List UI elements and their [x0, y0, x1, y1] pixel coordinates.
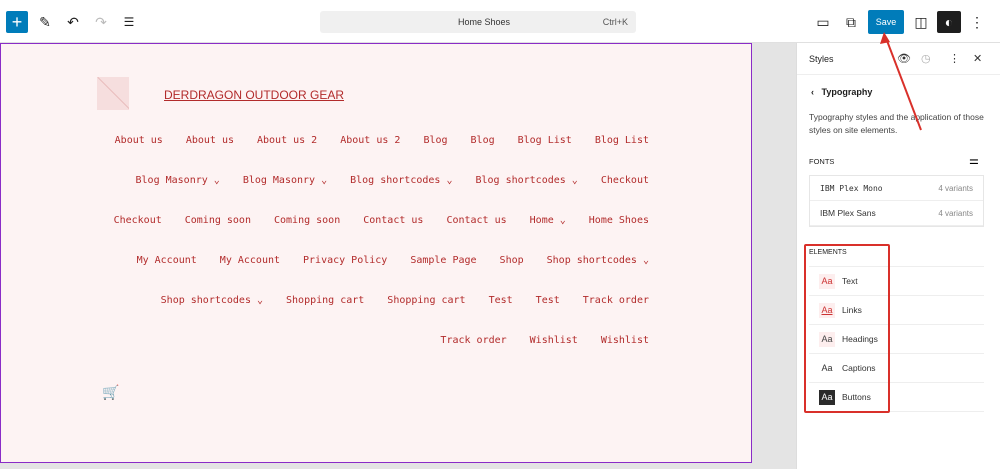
font-item[interactable]: IBM Plex Sans 4 variants — [810, 201, 983, 226]
nav-item[interactable]: Coming soon — [274, 214, 340, 228]
nav-item[interactable]: Checkout — [114, 214, 162, 228]
editor-canvas[interactable]: DERDRAGON OUTDOOR GEAR About us About us A… — [0, 43, 752, 463]
nav-item[interactable]: Track order — [440, 334, 506, 348]
nav-item[interactable]: Shopping cart — [387, 294, 465, 308]
nav-item[interactable]: Track order — [583, 294, 649, 308]
nav-item[interactable]: Sample Page — [410, 254, 476, 268]
nav-item[interactable]: My Account — [137, 254, 197, 268]
nav-item[interactable]: Blog List — [595, 134, 649, 148]
nav-item[interactable]: Contact us — [363, 214, 423, 228]
nav-item[interactable]: Home Shoes — [589, 214, 649, 228]
more-options-icon[interactable]: ⋮ — [968, 11, 986, 33]
site-logo-placeholder[interactable] — [97, 77, 129, 110]
nav-item[interactable]: Shop shortcodes ⌄ — [161, 294, 263, 308]
font-variants: 4 variants — [938, 183, 973, 193]
nav-item[interactable]: Blog Masonry ⌄ — [243, 174, 327, 188]
external-link-icon[interactable]: ⧉ — [842, 11, 860, 33]
nav-item[interactable]: Blog — [471, 134, 495, 148]
fonts-heading: FONTS — [809, 157, 835, 166]
nav-item[interactable]: Checkout — [601, 174, 649, 188]
nav-item[interactable]: Blog shortcodes ⌄ — [475, 174, 577, 188]
font-variants: 4 variants — [938, 208, 973, 218]
settings-panel-icon[interactable]: ◫ — [912, 11, 930, 33]
pen-tool-icon[interactable]: ✎ — [36, 11, 54, 33]
redo-icon[interactable]: ↷ — [92, 11, 110, 33]
nav-item[interactable]: Blog shortcodes ⌄ — [350, 174, 452, 188]
nav-item[interactable]: Blog — [423, 134, 447, 148]
document-overview-icon[interactable]: ☰ — [120, 11, 138, 33]
sidebar-title: Styles — [809, 53, 834, 64]
save-button[interactable]: Save — [868, 10, 904, 34]
font-settings-icon[interactable]: ⚌ — [969, 154, 979, 167]
shortcut-hint: Ctrl+K — [602, 17, 628, 27]
annotation-highlight-box — [804, 244, 890, 413]
nav-item[interactable]: Privacy Policy — [303, 254, 387, 268]
command-palette[interactable]: Home Shoes Ctrl+K — [320, 11, 636, 33]
section-description: Typography styles and the application of… — [809, 112, 984, 135]
chevron-left-icon: ‹ — [811, 87, 822, 97]
site-title[interactable]: DERDRAGON OUTDOOR GEAR — [164, 88, 344, 102]
nav-item[interactable]: Test — [536, 294, 560, 308]
sidebar-header: Styles 👁 ◷ ⋮ ✕ — [797, 43, 1000, 75]
navigation-menu: About us About us About us 2 About us 2 Blog… — [97, 134, 649, 348]
styles-icon[interactable]: ◐ — [937, 11, 961, 33]
nav-item[interactable]: Blog List — [518, 134, 572, 148]
nav-item[interactable]: Home ⌄ — [530, 214, 566, 228]
fonts-list: IBM Plex Mono 4 variants IBM Plex Sans 4 v… — [809, 175, 984, 227]
nav-item[interactable]: Test — [489, 294, 513, 308]
add-block-button[interactable]: + — [6, 11, 28, 33]
nav-item[interactable]: Blog Masonry ⌄ — [136, 174, 220, 188]
undo-icon[interactable]: ↶ — [64, 11, 82, 33]
nav-item[interactable]: Contact us — [446, 214, 506, 228]
cart-icon[interactable]: 🛒 — [102, 384, 119, 401]
document-title: Home Shoes — [458, 17, 511, 27]
nav-item[interactable]: Shop — [500, 254, 524, 268]
nav-item[interactable]: Shopping cart — [286, 294, 364, 308]
nav-item[interactable]: Wishlist — [530, 334, 578, 348]
view-icon[interactable]: ▭ — [814, 11, 832, 33]
revisions-icon[interactable]: ◷ — [921, 52, 931, 65]
nav-item[interactable]: About us — [186, 134, 234, 148]
nav-item[interactable]: Wishlist — [601, 334, 649, 348]
nav-item[interactable]: Shop shortcodes ⌄ — [547, 254, 649, 268]
nav-item[interactable]: Coming soon — [185, 214, 251, 228]
more-icon[interactable]: ⋮ — [949, 52, 960, 65]
nav-item[interactable]: About us 2 — [257, 134, 317, 148]
font-name: IBM Plex Mono — [820, 183, 883, 193]
eye-icon[interactable]: 👁 — [897, 52, 911, 65]
close-icon[interactable]: ✕ — [973, 52, 982, 65]
font-name: IBM Plex Sans — [820, 208, 876, 218]
section-title: Typography — [821, 87, 873, 97]
editor-toolbar: + ✎ ↶ ↷ ☰ Home Shoes Ctrl+K ▭ ⧉ Save ◫ ◐… — [0, 0, 1000, 43]
font-item[interactable]: IBM Plex Mono 4 variants — [810, 176, 983, 201]
back-typography[interactable]: ‹ Typography — [811, 87, 872, 97]
nav-item[interactable]: About us — [115, 134, 163, 148]
nav-item[interactable]: My Account — [220, 254, 280, 268]
nav-item[interactable]: About us 2 — [340, 134, 400, 148]
